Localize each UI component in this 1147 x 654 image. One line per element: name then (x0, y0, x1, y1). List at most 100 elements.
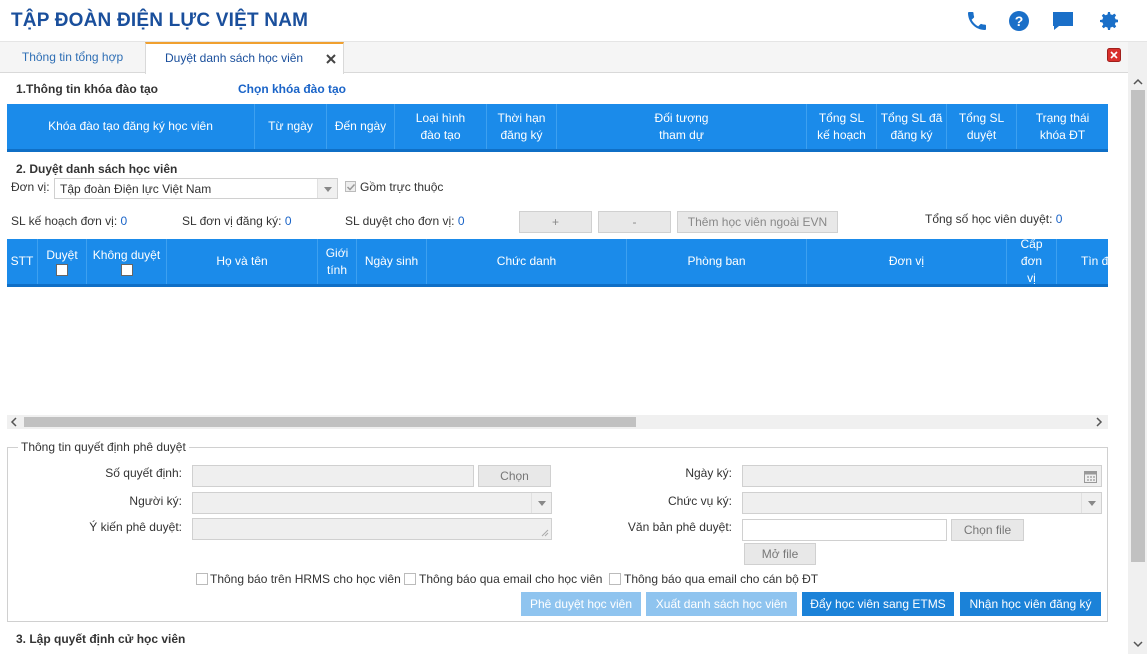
col-stt[interactable]: STT (7, 239, 38, 284)
sl-plan-value: 0 (120, 214, 128, 228)
sl-approved-label-text: SL duyệt cho đơn vị: (345, 214, 455, 228)
total-approved-label: Tổng số học viên duyệt: 0 (925, 212, 1062, 226)
chevron-down-icon[interactable] (1081, 493, 1101, 513)
approve-all-checkbox[interactable] (56, 264, 68, 276)
col-total-plan[interactable]: Tổng SL kế hoạch (807, 104, 877, 149)
phone-icon[interactable] (965, 9, 989, 33)
scroll-left-icon[interactable] (9, 417, 19, 427)
sl-approved-label: SL duyệt cho đơn vị: 0 (345, 214, 465, 228)
chevron-down-icon[interactable] (531, 493, 551, 513)
sl-approved-value: 0 (457, 214, 465, 228)
sl-plan-label: SL kế hoạch đơn vị: 0 (11, 214, 127, 228)
add-external-student-button[interactable]: Thêm học viên ngoài EVN (677, 211, 838, 233)
close-all-tabs-icon[interactable] (1107, 48, 1121, 62)
push-etms-button[interactable]: Đẩy học viên sang ETMS (802, 592, 954, 616)
grid-hscrollbar-thumb[interactable] (24, 417, 636, 427)
chevron-down-icon[interactable] (317, 179, 337, 198)
choose-decision-button[interactable]: Chọn (478, 465, 551, 487)
col-birth-date[interactable]: Ngày sinh (357, 239, 427, 284)
sign-date-input[interactable] (742, 465, 1102, 487)
opinion-textarea[interactable] (192, 518, 552, 540)
col-course[interactable]: Khóa đào tạo đăng ký học viên (7, 104, 255, 149)
section1-title: 1.Thông tin khóa đào tạo (16, 82, 158, 96)
col-title[interactable]: Chức danh (427, 239, 627, 284)
tab-approve-students-label: Duyệt danh sách học viên (165, 51, 304, 65)
opinion-label: Ý kiến phê duyệt: (89, 520, 182, 534)
approval-doc-input[interactable] (742, 519, 947, 541)
course-grid-header: Khóa đào tạo đăng ký học viên Từ ngày Đế… (7, 104, 1108, 152)
col-department[interactable]: Phòng ban (627, 239, 807, 284)
col-reject-label: Không duyệt (92, 248, 161, 262)
col-gender[interactable]: Giới tính (318, 239, 357, 284)
col-course-status[interactable]: Trạng thái khóa ĐT (1017, 104, 1108, 149)
notify-email-student-checkbox[interactable] (404, 573, 416, 585)
scroll-right-icon[interactable] (1094, 417, 1104, 427)
receive-students-button[interactable]: Nhận học viên đăng ký (960, 592, 1101, 616)
notify-hrms-label: Thông báo trên HRMS cho học viên (210, 572, 401, 586)
tab-approve-students[interactable]: Duyệt danh sách học viên (145, 42, 344, 74)
sl-reg-value: 0 (284, 214, 292, 228)
app-header: TẬP ĐOÀN ĐIỆN LỰC VIỆT NAM ? (0, 0, 1147, 42)
col-reg-deadline[interactable]: Thời hạn đăng ký (487, 104, 557, 149)
col-approve[interactable]: Duyệt (38, 239, 87, 284)
col-status[interactable]: Tìn đă (1057, 239, 1108, 284)
calendar-icon[interactable] (1084, 470, 1097, 483)
help-icon[interactable]: ? (1007, 9, 1031, 33)
check-icon (346, 183, 356, 191)
app-title: TẬP ĐOÀN ĐIỆN LỰC VIỆT NAM (11, 10, 309, 31)
student-grid-header: STT Duyệt Không duyệt Họ và tên Giới tín… (7, 239, 1108, 287)
col-to-date[interactable]: Đến ngày (327, 104, 395, 149)
col-total-registered[interactable]: Tổng SL đã đăng ký (877, 104, 947, 149)
notify-email-staff-checkbox[interactable] (609, 573, 621, 585)
col-full-name[interactable]: Họ và tên (167, 239, 318, 284)
notify-hrms-checkbox[interactable] (196, 573, 208, 585)
col-unit[interactable]: Đơn vị (807, 239, 1007, 284)
minus-button[interactable]: - (598, 211, 671, 233)
gear-icon[interactable] (1097, 9, 1121, 33)
col-unit-level[interactable]: Cấp đơn vị (1007, 239, 1057, 284)
notify-email-staff-label: Thông báo qua email cho cán bộ ĐT (624, 572, 819, 586)
sl-reg-label: SL đơn vị đăng ký: 0 (182, 214, 292, 228)
sl-plan-label-text: SL kế hoạch đơn vị: (11, 214, 118, 228)
decision-legend: Thông tin quyết định phê duyệt (18, 440, 189, 454)
resize-handle-icon[interactable] (541, 529, 549, 537)
approval-doc-label: Văn bản phê duyệt: (627, 520, 732, 534)
scroll-up-icon[interactable] (1132, 77, 1144, 87)
plus-button[interactable]: + (519, 211, 592, 233)
tab-bar: Thông tin tổng hợp Duyệt danh sách học v… (0, 42, 1128, 74)
sign-date-label: Ngày ký: (685, 466, 732, 480)
unit-select[interactable]: Tập đoàn Điện lực Việt Nam (54, 178, 338, 199)
position-select[interactable] (742, 492, 1102, 514)
choose-file-button[interactable]: Chọn file (951, 519, 1024, 541)
col-from-date[interactable]: Từ ngày (255, 104, 327, 149)
section2-title: 2. Duyệt danh sách học viên (16, 162, 178, 176)
decision-no-label: Số quyết định: (105, 466, 182, 480)
close-tab-icon[interactable] (325, 53, 337, 65)
unit-label: Đơn vị: (11, 180, 50, 194)
scroll-down-icon[interactable] (1132, 639, 1144, 649)
col-approve-label: Duyệt (46, 248, 78, 262)
student-grid-body (7, 287, 1108, 415)
reject-all-checkbox[interactable] (120, 264, 133, 276)
col-total-approved[interactable]: Tổng SL duyệt (947, 104, 1017, 149)
open-file-button[interactable]: Mở file (744, 543, 816, 565)
notify-email-student-label: Thông báo qua email cho học viên (419, 572, 603, 586)
signer-select[interactable] (192, 492, 552, 514)
col-reject[interactable]: Không duyệt (87, 239, 167, 284)
col-participants[interactable]: Đối tượng tham dự (557, 104, 807, 149)
section3-title: 3. Lập quyết định cử học viên (16, 632, 186, 646)
svg-text:?: ? (1015, 13, 1024, 29)
approve-students-button[interactable]: Phê duyệt học viên (521, 592, 641, 616)
total-approved-label-text: Tổng số học viên duyệt: (925, 212, 1053, 226)
total-approved-value: 0 (1055, 212, 1063, 226)
decision-no-input[interactable] (192, 465, 474, 487)
col-training-type[interactable]: Loại hình đào tạo (395, 104, 487, 149)
include-sub-label: Gồm trực thuộc (360, 180, 444, 194)
include-sub-checkbox[interactable] (345, 181, 356, 192)
page-scrollbar-thumb[interactable] (1131, 90, 1145, 562)
unit-select-value: Tập đoàn Điện lực Việt Nam (60, 182, 212, 196)
tab-general-info[interactable]: Thông tin tổng hợp (0, 42, 145, 73)
chat-icon[interactable] (1051, 9, 1075, 33)
choose-course-link[interactable]: Chọn khóa đào tạo (238, 82, 346, 96)
export-students-button[interactable]: Xuất danh sách học viên (646, 592, 797, 616)
